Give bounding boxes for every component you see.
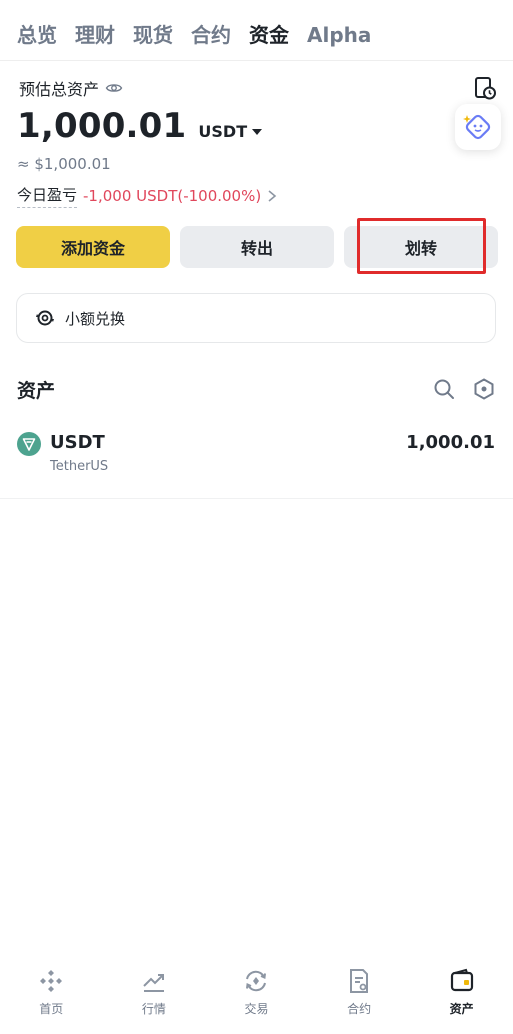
- pnl-label: 今日盈亏: [17, 184, 78, 208]
- estimated-balance-header: 预估总资产: [19, 76, 123, 100]
- bottom-nav: 首页 行情 交易 合约 资产: [0, 956, 513, 1034]
- balance-value: 1,000.01: [17, 106, 187, 146]
- tab-alpha[interactable]: Alpha: [307, 18, 371, 52]
- nav-markets[interactable]: 行情: [103, 956, 206, 1034]
- chevron-right-icon: [268, 190, 277, 202]
- fiat-equivalent: ≈ $1,000.01: [17, 155, 111, 173]
- transfer-button[interactable]: 划转: [344, 226, 498, 268]
- nav-futures-label: 合约: [347, 1002, 372, 1016]
- currency-label: USDT: [198, 122, 248, 141]
- tether-coin-icon: [17, 432, 41, 456]
- home-icon: [40, 970, 63, 992]
- search-icon[interactable]: [433, 378, 455, 400]
- coin-amount: 1,000.01: [406, 432, 495, 453]
- swap-label: 小额兑换: [65, 309, 126, 328]
- caret-down-icon: [252, 128, 263, 135]
- estimated-balance-label: 预估总资产: [19, 80, 100, 99]
- tab-earn[interactable]: 理财: [75, 18, 115, 52]
- markets-icon: [143, 974, 164, 992]
- wallet-tabs: 总览 理财 现货 合约 资金 Alpha: [17, 18, 371, 52]
- nav-home-label: 首页: [39, 1002, 64, 1016]
- nav-futures[interactable]: 合约: [308, 956, 411, 1034]
- nav-trade-label: 交易: [244, 1002, 269, 1016]
- tab-overview[interactable]: 总览: [17, 18, 57, 52]
- today-pnl[interactable]: 今日盈亏 -1,000 USDT(-100.00%): [17, 184, 277, 208]
- currency-selector[interactable]: USDT: [198, 122, 263, 141]
- pnl-value: -1,000 USDT(-100.00%): [83, 187, 262, 205]
- tab-futures[interactable]: 合约: [191, 18, 231, 52]
- history-icon[interactable]: [474, 76, 496, 100]
- total-balance: 1,000.01 USDT: [17, 106, 263, 146]
- action-buttons: 添加资金 转出 划转: [16, 226, 498, 268]
- tab-funding[interactable]: 资金: [249, 18, 289, 52]
- nav-trade[interactable]: 交易: [205, 956, 308, 1034]
- coin-symbol: USDT: [50, 432, 105, 453]
- trade-icon: [246, 970, 267, 992]
- ai-assistant-button[interactable]: [455, 104, 501, 150]
- nav-home[interactable]: 首页: [0, 956, 103, 1034]
- withdraw-button[interactable]: 转出: [180, 226, 334, 268]
- tab-spot[interactable]: 现货: [133, 18, 173, 52]
- header-divider: [0, 60, 513, 61]
- eye-icon[interactable]: [105, 79, 123, 97]
- small-balance-swap[interactable]: 小额兑换: [16, 293, 496, 343]
- nav-markets-label: 行情: [141, 1002, 166, 1016]
- ai-assistant-icon: [463, 114, 491, 140]
- wallet-icon: [450, 968, 473, 992]
- coin-name: TetherUS: [50, 459, 109, 474]
- nav-wallet-label: 资产: [449, 1002, 474, 1016]
- swap-icon: [36, 310, 54, 326]
- futures-icon: [350, 969, 369, 993]
- hide-small-assets-icon[interactable]: [473, 378, 495, 400]
- asset-row[interactable]: USDT TetherUS 1,000.01: [0, 420, 513, 499]
- assets-title: 资产: [17, 380, 56, 402]
- nav-wallet[interactable]: 资产: [410, 956, 513, 1034]
- add-funds-button[interactable]: 添加资金: [16, 226, 170, 268]
